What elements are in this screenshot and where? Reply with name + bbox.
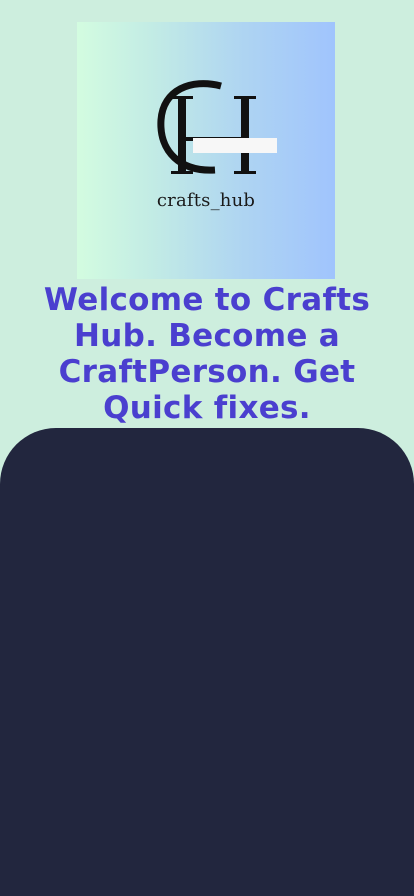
- logo-text: crafts_hub: [156, 190, 256, 211]
- bottom-panel: [0, 428, 414, 896]
- app-logo: crafts_hub: [77, 22, 335, 279]
- ch-monogram-icon: [157, 80, 277, 174]
- welcome-headline: Welcome to Crafts Hub. Become a CraftPer…: [43, 282, 371, 426]
